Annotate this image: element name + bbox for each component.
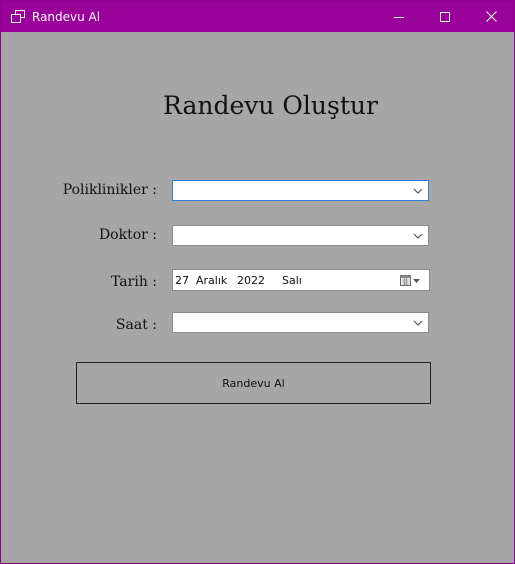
submit-appointment-button[interactable]: Randevu Al <box>76 362 431 404</box>
time-select[interactable] <box>172 312 429 333</box>
app-window: Randevu Al Randevu Oluştur Poliklinikler… <box>0 0 515 564</box>
calendar-dropdown-icon[interactable] <box>400 274 420 287</box>
date-label: Tarih : <box>111 274 157 290</box>
chevron-down-icon <box>413 320 423 326</box>
minimize-button[interactable] <box>376 1 422 32</box>
polyclinics-select[interactable] <box>172 180 429 201</box>
time-label: Saat : <box>115 317 157 333</box>
close-button[interactable] <box>468 1 514 32</box>
polyclinics-label: Poliklinikler : <box>62 182 157 198</box>
app-icon <box>11 10 25 23</box>
doctor-label: Doktor : <box>98 227 157 243</box>
chevron-down-icon <box>413 233 423 239</box>
page-title: Randevu Oluştur <box>163 91 378 120</box>
close-icon <box>485 11 497 22</box>
maximize-icon <box>440 11 450 22</box>
date-weekday[interactable]: Salı <box>282 274 302 287</box>
title-bar[interactable]: Randevu Al <box>1 1 514 32</box>
date-month[interactable]: Aralık <box>196 274 227 287</box>
date-picker[interactable]: 27 Aralık 2022 Salı <box>172 269 430 291</box>
date-day[interactable]: 27 <box>175 274 189 287</box>
doctor-select[interactable] <box>172 225 429 246</box>
chevron-down-icon <box>413 188 423 194</box>
window-title: Randevu Al <box>32 10 101 24</box>
submit-appointment-label: Randevu Al <box>222 376 285 390</box>
minimize-icon <box>394 16 404 18</box>
maximize-button[interactable] <box>422 1 468 32</box>
date-year[interactable]: 2022 <box>237 274 265 287</box>
